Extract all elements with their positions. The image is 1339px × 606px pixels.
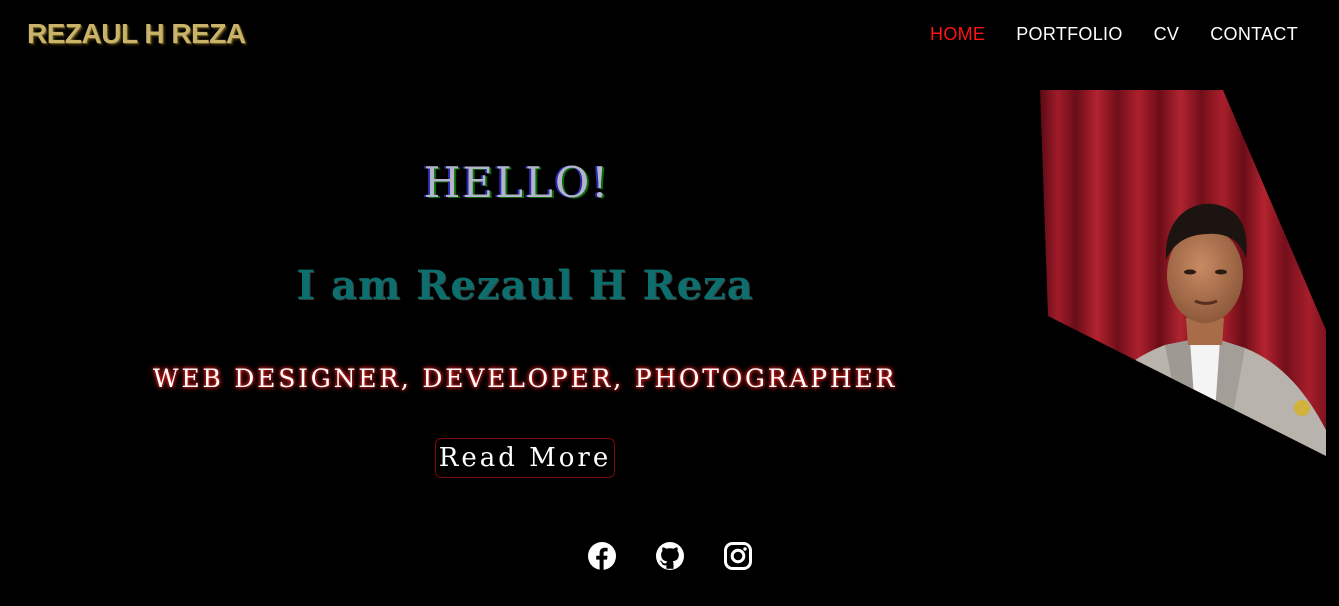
social-links [587,541,753,571]
facebook-link[interactable] [587,541,617,571]
profile-portrait-image [1040,90,1326,456]
github-link[interactable] [655,541,685,571]
profile-photo [1040,90,1339,456]
hero-roles: WEB DESIGNER, DEVELOPER, PHOTOGRAPHER [152,364,898,393]
hero-section: HELLO! I am Rezaul H Reza WEB DESIGNER, … [0,0,1050,606]
read-more-button[interactable]: Read More [435,438,615,478]
facebook-icon [588,542,616,570]
hero-greeting: HELLO! [423,158,611,207]
nav-item-cv[interactable]: CV [1154,24,1180,45]
hero-intro: I am Rezaul H Reza [296,262,754,309]
instagram-icon [724,542,752,570]
github-icon [656,542,684,570]
nav-item-contact[interactable]: CONTACT [1210,24,1298,45]
instagram-link[interactable] [723,541,753,571]
